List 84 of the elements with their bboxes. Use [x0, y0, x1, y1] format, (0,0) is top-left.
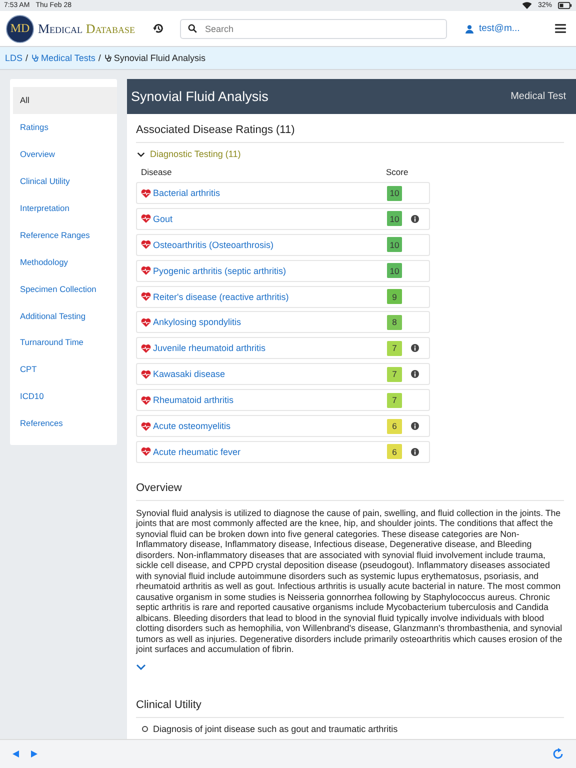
breadcrumb-separator: /	[98, 53, 101, 63]
sidebar-item[interactable]: Additional Testing	[13, 302, 117, 330]
disease-link[interactable]: Acute rheumatic fever	[153, 446, 241, 457]
disease-link[interactable]: Rheumatoid arthritis	[153, 395, 234, 406]
stethoscope-icon	[31, 54, 40, 62]
panel-type: Medical Test	[510, 91, 566, 102]
heart-icon	[141, 344, 151, 353]
info-icon[interactable]	[411, 422, 419, 430]
column-header: Disease	[141, 167, 173, 177]
score-badge: 8	[387, 314, 402, 330]
heart-icon	[141, 447, 151, 456]
heart-icon	[141, 188, 151, 198]
sidebar-item[interactable]: ICD10	[13, 382, 117, 410]
heart-icon	[141, 292, 151, 302]
disease-link[interactable]: Osteoarthritis (Osteoarthrosis)	[153, 240, 274, 250]
sidebar-item[interactable]: Interpretation	[13, 194, 117, 222]
sidebar-item[interactable]: Reference Ranges	[13, 221, 117, 248]
score-badge: 7	[387, 392, 402, 408]
chevron-icon	[137, 152, 145, 156]
sidebar-item[interactable]: Clinical Utility	[13, 168, 117, 195]
logo-mark: MD	[6, 14, 34, 42]
search-field[interactable]: Search	[180, 18, 447, 38]
logo-wordmark: Medical Database	[38, 20, 135, 36]
expand-icon[interactable]	[136, 664, 146, 670]
menu-icon[interactable]	[555, 24, 566, 33]
score-badge: 6	[387, 418, 402, 434]
disease-link[interactable]: Acute osteomyelitis	[153, 421, 231, 432]
score-badge: 7	[387, 366, 402, 382]
sidebar-item[interactable]: Ratings	[13, 114, 117, 141]
heart-icon	[141, 240, 151, 250]
disease-link[interactable]: Bacterial arthritis	[153, 188, 220, 198]
bullet-icon	[142, 726, 148, 732]
score-badge: 10	[387, 237, 402, 252]
sidebar-item[interactable]: References	[13, 410, 117, 437]
group-toggle[interactable]: Diagnostic Testing (11)	[137, 149, 564, 159]
disease-link[interactable]: Reiter's disease (reactive arthritis)	[153, 292, 289, 302]
heart-icon	[141, 266, 151, 276]
info-icon[interactable]	[411, 214, 419, 223]
overview-text: Synovial fluid analysis is utilized to diagnose the cause of pain, swelling, and fluid collection in the joints. The joints that are most commonly affected are the knee, hip, and shoulder joints. The conditions that affect the synovial fluid can be broken down into five general categories. These disease categories are Non-Inflammatory disease, Inflammatory disease, Infectious disease, Degenerative disease, and Bleeding disorders. Non-inflammatory diseases that are associated with synovial fluid involvement include trauma, sickle cell disease, and CPPD crystal deposition disease (pseudogout). Inflammatory diseases associated with synovial fluid include autoimmune disorders such as systemic lupus erythematosus, psoriasis, and rheumatoid arthritis as well as gout. Infectious arthritis is usually acute bacterial in nature. The most common causative organism in some studies is Neisseria gonnorrhea following by Staphylococcus aureus. Chronic septic arthritis is rare and reported causative organisms include Mycobacterium tuberculosis and Candida albicans. Bleeding disorders that lead to blood in the synovial fluid typically involve individuals with blood clotting disorders such as hemophilia, von Willenbrand's disease, Glanzmann's thrombasthenia, and synovial tumors as well as injuries. Degenerative disorders include primarily osteoarthritis which causes erosion of the joint surfaces and accumulation of fibrin.	[136, 508, 564, 655]
score-badge: 10	[387, 211, 402, 226]
reload-icon[interactable]	[552, 748, 564, 760]
sidebar-item[interactable]: CPT	[13, 356, 117, 383]
info-icon[interactable]	[411, 344, 419, 352]
user-account-link[interactable]: test@m...	[464, 23, 520, 34]
heart-icon	[141, 318, 151, 327]
heart-icon	[141, 214, 151, 224]
info-icon[interactable]	[411, 448, 419, 456]
disease-link[interactable]: Pyogenic arthritis (septic arthritis)	[153, 266, 286, 276]
sidebar-item[interactable]: Turnaround Time	[13, 329, 117, 356]
back-icon[interactable]	[12, 750, 20, 758]
score-badge: 7	[387, 340, 402, 356]
heart-icon	[141, 422, 151, 431]
disease-link[interactable]: Ankylosing spondylitis	[153, 317, 242, 328]
history-icon[interactable]	[152, 23, 164, 34]
list-item-text: Diagnosis of joint disease such as gout and traumatic arthritis	[153, 724, 398, 734]
disease-link[interactable]: Kawasaki disease	[153, 369, 226, 380]
section-heading: Clinical Utility	[136, 698, 564, 718]
column-header: Score	[386, 167, 410, 177]
sidebar-item[interactable]: Methodology	[13, 248, 117, 276]
wifi-icon	[522, 2, 532, 9]
sidebar-item[interactable]: All	[13, 87, 117, 114]
disease-link[interactable]: Juvenile rheumatoid arthritis	[153, 343, 266, 354]
breadcrumb-item: Synovial Fluid Analysis	[104, 53, 206, 63]
breadcrumb-item[interactable]: Medical Tests	[31, 53, 96, 63]
panel-title: Synovial Fluid Analysis	[131, 89, 268, 104]
sidebar-item[interactable]: Specimen Collection	[13, 275, 117, 302]
forward-icon[interactable]	[30, 750, 38, 758]
breadcrumb-item[interactable]: LDS	[5, 53, 23, 63]
heart-icon	[141, 396, 151, 405]
section-heading: Associated Disease Ratings (11)	[136, 124, 564, 143]
search-icon	[188, 24, 197, 33]
battery-icon	[558, 2, 572, 9]
disease-link[interactable]: Gout	[153, 214, 173, 224]
heart-icon	[141, 370, 151, 379]
sidebar-item[interactable]: Overview	[13, 140, 117, 168]
score-badge: 9	[387, 289, 402, 304]
info-icon[interactable]	[411, 370, 419, 378]
score-badge: 10	[387, 186, 402, 200]
breadcrumb-separator: /	[26, 53, 28, 63]
section-heading: Overview	[136, 482, 564, 501]
score-badge: 6	[387, 444, 402, 460]
score-badge: 10	[387, 263, 402, 278]
user-icon	[464, 24, 474, 34]
stethoscope-icon	[104, 54, 112, 62]
